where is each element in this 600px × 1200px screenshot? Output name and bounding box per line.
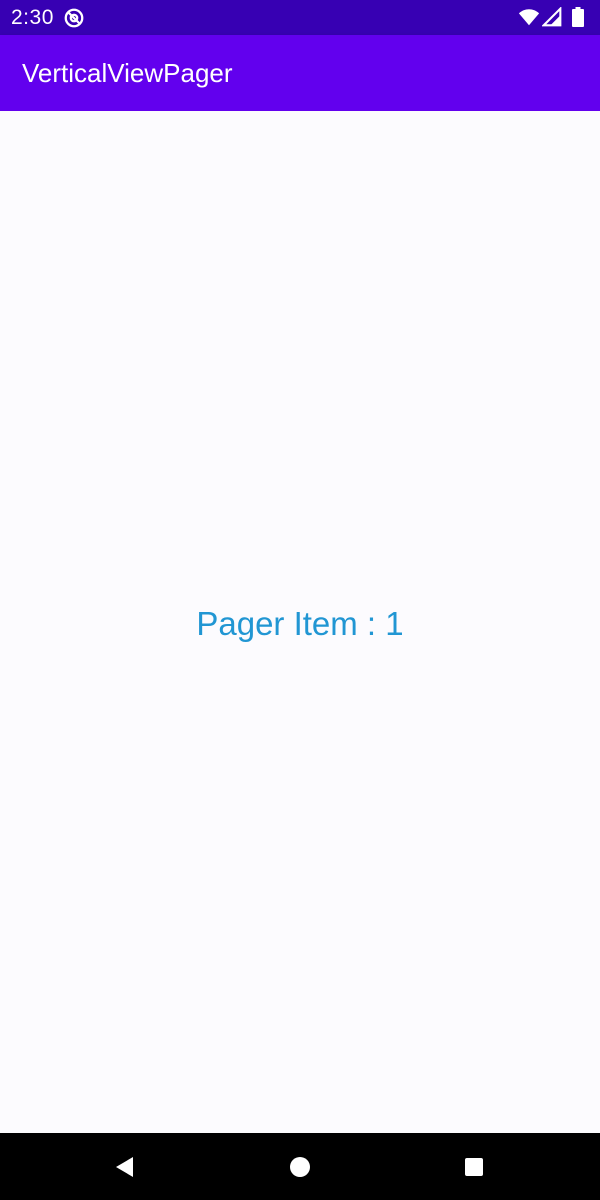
navigation-bar bbox=[0, 1133, 600, 1200]
at-sign-icon bbox=[64, 8, 84, 28]
home-icon[interactable] bbox=[288, 1155, 312, 1179]
pager-item-label: Pager Item : 1 bbox=[196, 605, 404, 642]
battery-icon bbox=[572, 7, 584, 27]
back-icon[interactable] bbox=[112, 1155, 136, 1179]
recents-icon[interactable] bbox=[462, 1155, 486, 1179]
screen: 2:30 VerticalViewPager Pager Item : 1 bbox=[0, 0, 600, 1200]
vertical-view-pager[interactable]: Pager Item : 1 bbox=[0, 111, 600, 1133]
app-title: VerticalViewPager bbox=[22, 58, 233, 88]
signal-icon bbox=[542, 7, 562, 27]
wifi-icon bbox=[518, 9, 540, 26]
app-bar: VerticalViewPager bbox=[0, 35, 600, 111]
status-bar: 2:30 bbox=[0, 0, 600, 35]
status-time: 2:30 bbox=[11, 6, 54, 29]
